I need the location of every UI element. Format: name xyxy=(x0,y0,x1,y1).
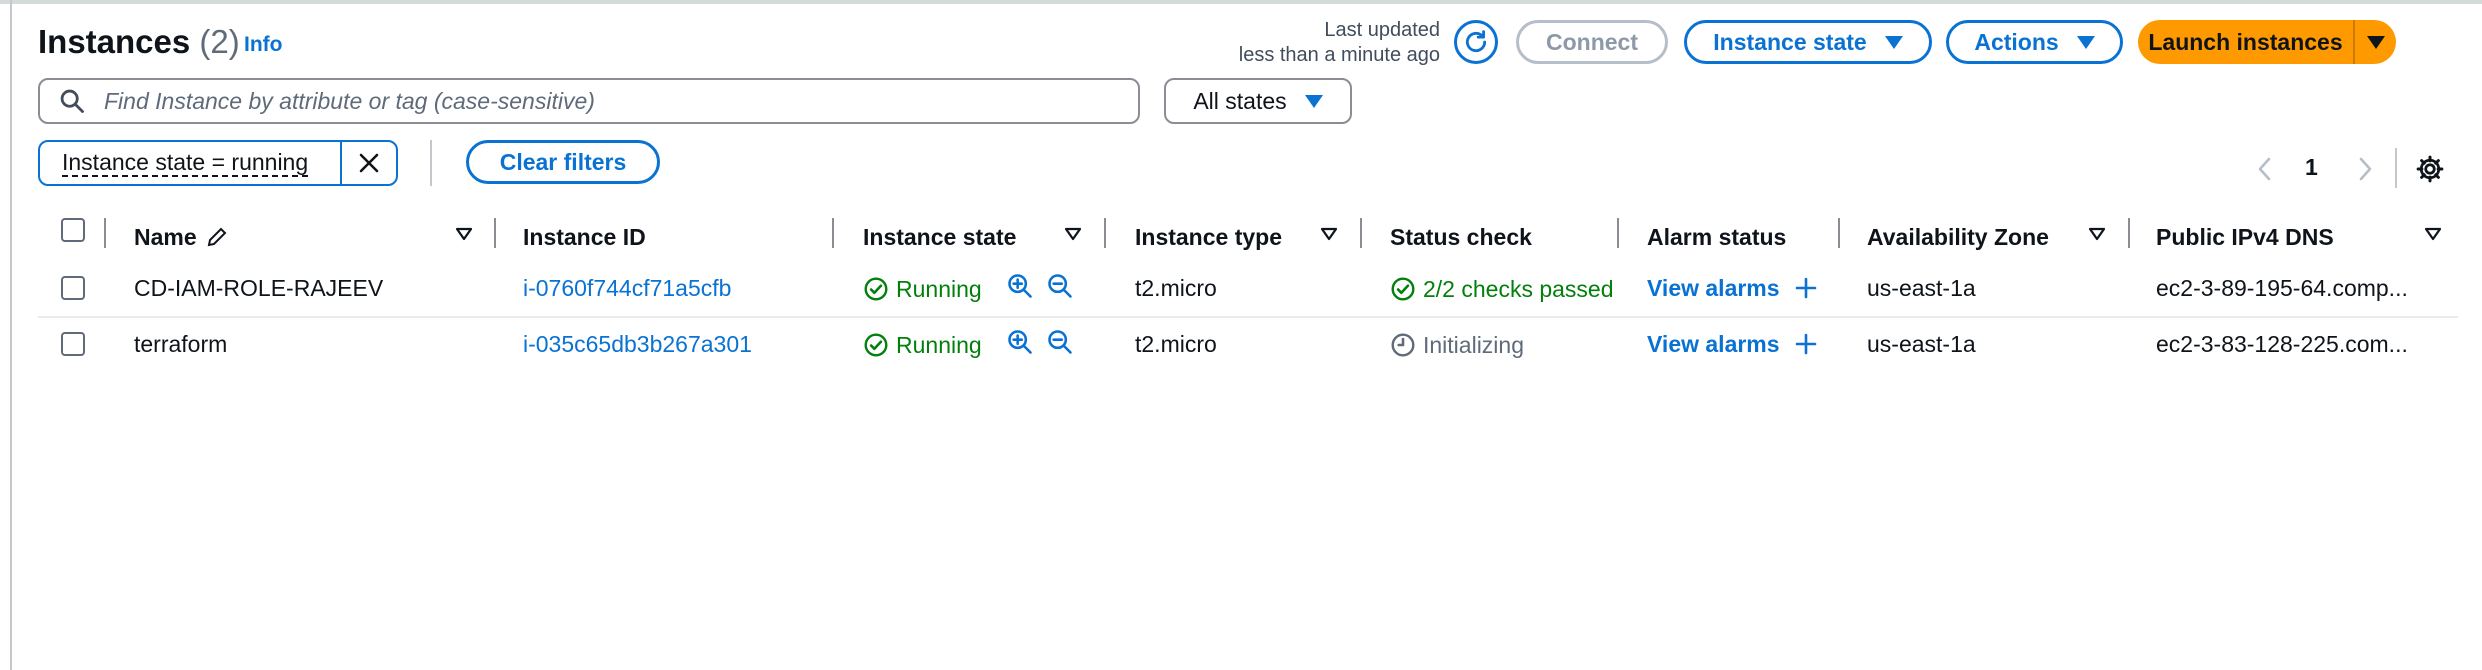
sort-icon[interactable] xyxy=(2424,227,2442,246)
zoom-in-icon[interactable] xyxy=(1006,272,1034,305)
previous-page-button[interactable] xyxy=(2254,156,2276,187)
actions-button[interactable]: Actions xyxy=(1946,20,2123,64)
add-alarm-icon[interactable] xyxy=(1795,333,1817,360)
zoom-in-icon[interactable] xyxy=(1006,328,1034,361)
instance-name: terraform xyxy=(134,331,228,357)
success-icon xyxy=(1390,276,1416,307)
availability-zone: us-east-1a xyxy=(1867,275,1976,301)
search-icon xyxy=(60,89,84,113)
refresh-button[interactable] xyxy=(1454,20,1498,64)
last-updated-value: less than a minute ago xyxy=(1238,44,1440,66)
instance-id-link[interactable]: i-0760f744cf71a5cfb xyxy=(523,273,823,303)
row-checkbox[interactable] xyxy=(61,332,85,356)
view-alarms-link[interactable]: View alarms xyxy=(1647,273,1780,303)
sort-icon[interactable] xyxy=(455,227,473,246)
divider xyxy=(430,140,432,186)
pencil-icon xyxy=(207,227,227,247)
instance-id-link[interactable]: i-035c65db3b267a301 xyxy=(523,329,823,359)
column-header-availability-zone[interactable]: Availability Zone xyxy=(1867,220,2049,254)
close-icon xyxy=(359,153,379,173)
search-input[interactable] xyxy=(102,86,1138,116)
left-border xyxy=(10,0,12,670)
caret-down-icon xyxy=(1304,94,1323,108)
top-border xyxy=(0,0,2482,4)
status-check-value: Initializing xyxy=(1423,332,1524,358)
instance-state-value: Running xyxy=(896,276,982,302)
page-title: Instances (2) xyxy=(38,23,240,60)
instance-count: (2) xyxy=(199,23,240,60)
chevron-right-icon xyxy=(2359,157,2372,181)
filter-token-label[interactable]: Instance state = running xyxy=(40,142,340,184)
connect-button[interactable]: Connect xyxy=(1516,20,1668,64)
refresh-icon xyxy=(1465,30,1487,53)
column-header-instance-type[interactable]: Instance type xyxy=(1135,220,1282,254)
search-box xyxy=(38,78,1140,124)
gear-icon xyxy=(2416,155,2444,183)
column-divider xyxy=(2128,218,2130,248)
next-page-button[interactable] xyxy=(2354,156,2376,187)
caret-down-icon xyxy=(1884,35,1903,49)
sort-icon[interactable] xyxy=(1320,227,1338,246)
column-header-alarm-status[interactable]: Alarm status xyxy=(1647,220,1786,254)
launch-instances-button[interactable]: Launch instances xyxy=(2138,20,2353,64)
sort-icon[interactable] xyxy=(2088,227,2106,246)
column-header-name[interactable]: Name xyxy=(134,220,229,254)
instance-state-value: Running xyxy=(896,332,982,358)
success-icon xyxy=(863,276,889,307)
add-alarm-icon[interactable] xyxy=(1795,277,1817,304)
instance-type: t2.micro xyxy=(1135,275,1217,301)
zoom-out-icon[interactable] xyxy=(1046,272,1074,305)
success-icon xyxy=(863,332,889,363)
column-divider xyxy=(1104,218,1106,248)
filter-token: Instance state = running xyxy=(38,140,398,186)
row-divider xyxy=(38,316,2458,318)
zoom-out-icon[interactable] xyxy=(1046,328,1074,361)
launch-dropdown-button[interactable] xyxy=(2355,20,2396,64)
caret-down-icon xyxy=(2076,35,2095,49)
clear-filters-button[interactable]: Clear filters xyxy=(466,140,660,184)
last-updated: Last updated less than a minute ago xyxy=(1239,18,1440,68)
current-page[interactable]: 1 xyxy=(2305,154,2318,181)
instance-type: t2.micro xyxy=(1135,331,1217,357)
public-dns: ec2-3-83-128-225.com... xyxy=(2156,331,2408,357)
column-divider xyxy=(104,218,106,248)
states-select[interactable]: All states xyxy=(1164,78,1352,124)
divider xyxy=(2395,148,2397,188)
column-divider xyxy=(1617,218,1619,248)
sort-icon[interactable] xyxy=(1064,227,1082,246)
column-header-status-check[interactable]: Status check xyxy=(1390,220,1532,254)
column-divider xyxy=(1838,218,1840,248)
remove-filter-button[interactable] xyxy=(339,142,396,184)
preferences-button[interactable] xyxy=(2415,154,2445,189)
status-check-value: 2/2 checks passed xyxy=(1423,276,1614,302)
column-header-public-dns[interactable]: Public IPv4 DNS xyxy=(2156,220,2334,254)
info-link[interactable]: Info xyxy=(244,33,282,57)
column-header-instance-id[interactable]: Instance ID xyxy=(523,220,646,254)
availability-zone: us-east-1a xyxy=(1867,331,1976,357)
row-checkbox[interactable] xyxy=(61,276,85,300)
chevron-left-icon xyxy=(2258,157,2271,181)
launch-instances-split-button: Launch instances xyxy=(2138,20,2396,64)
pending-icon xyxy=(1390,332,1416,363)
instance-state-button[interactable]: Instance state xyxy=(1684,20,1932,64)
public-dns: ec2-3-89-195-64.comp... xyxy=(2156,275,2408,301)
instance-name: CD-IAM-ROLE-RAJEEV xyxy=(134,275,384,301)
view-alarms-link[interactable]: View alarms xyxy=(1647,329,1780,359)
select-all-checkbox[interactable] xyxy=(61,218,85,242)
column-divider xyxy=(494,218,496,248)
column-header-instance-state[interactable]: Instance state xyxy=(863,220,1016,254)
column-divider xyxy=(832,218,834,248)
column-divider xyxy=(1360,218,1362,248)
caret-down-icon xyxy=(2366,35,2385,49)
last-updated-label: Last updated xyxy=(1324,19,1440,41)
